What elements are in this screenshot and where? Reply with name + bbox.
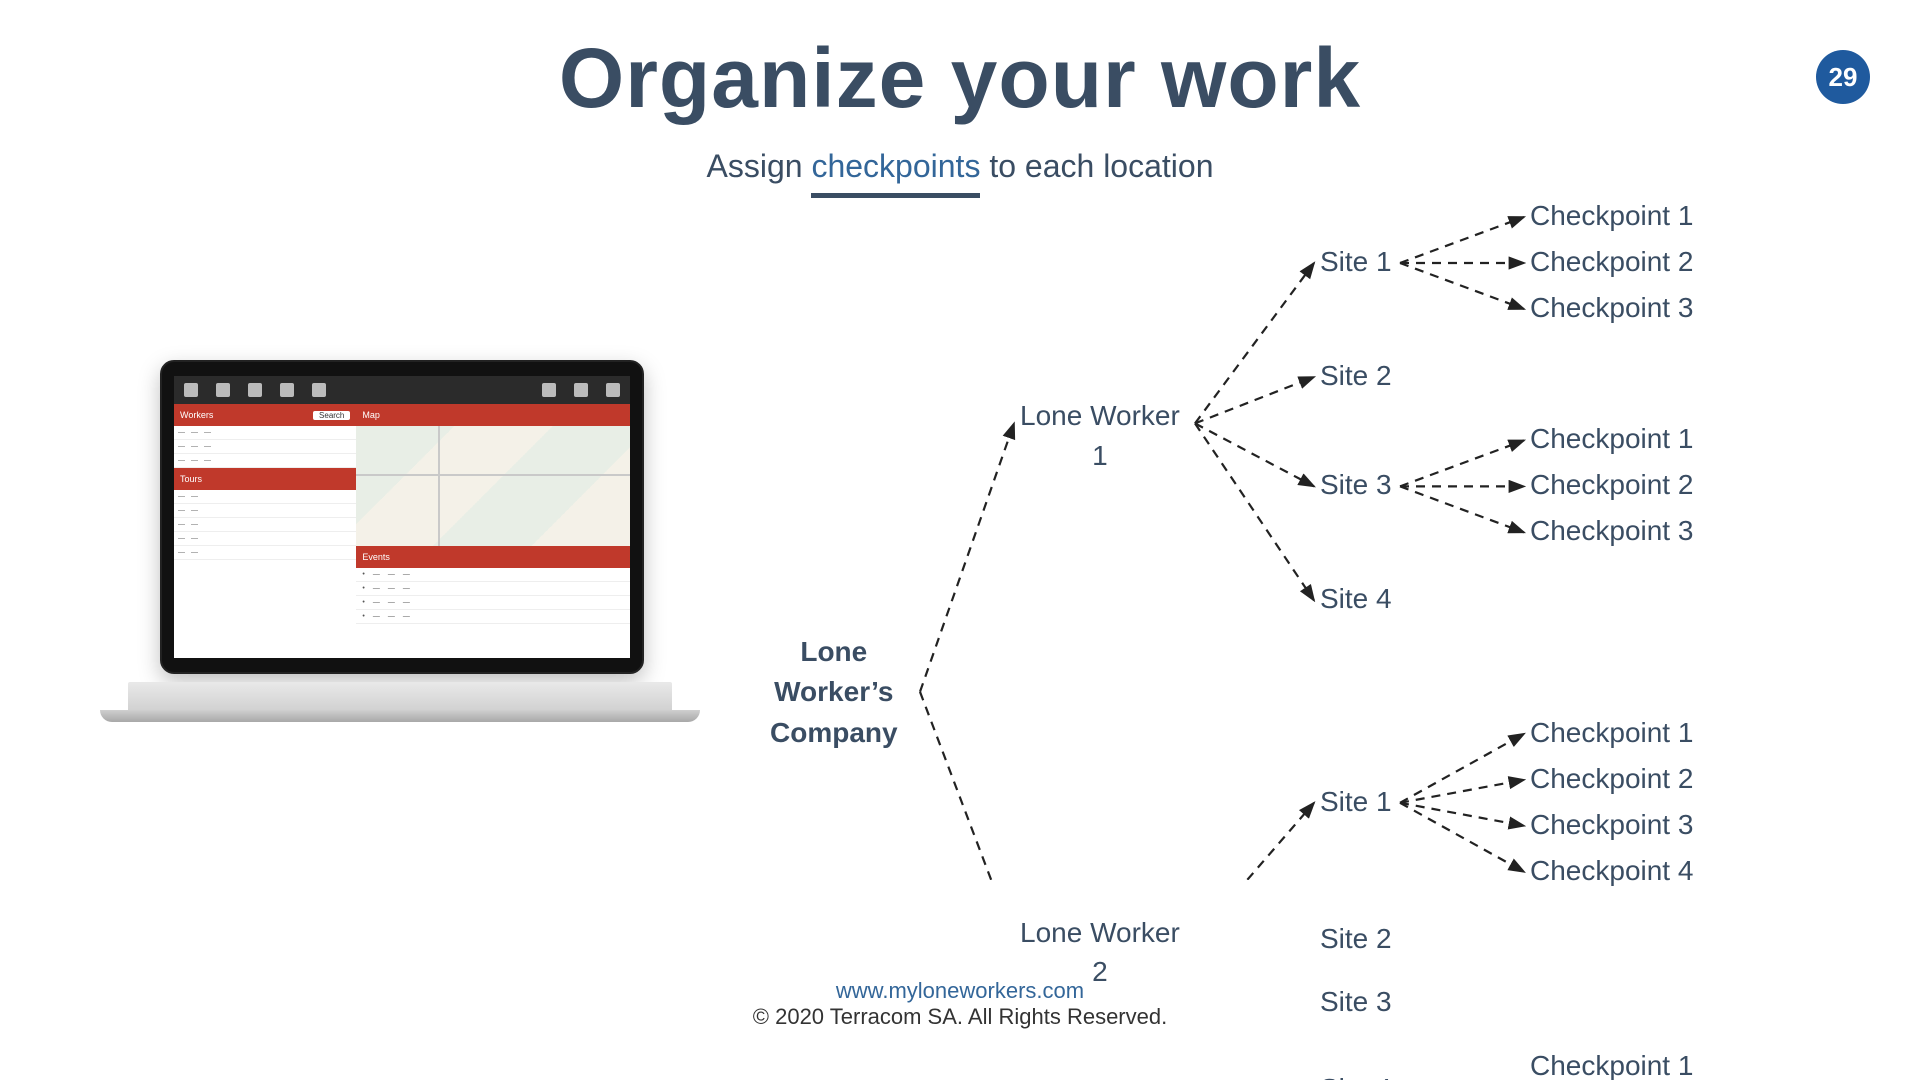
footer: www.myloneworkers.com © 2020 Terracom SA…: [0, 978, 1920, 1030]
panel-workers-header: Workers Search: [174, 404, 356, 426]
panel-map-label: Map: [362, 410, 380, 420]
tours-table: —— —— —— —— ——: [174, 490, 356, 658]
home-icon: [184, 383, 198, 397]
panel-events-header: Events: [356, 546, 630, 568]
laptop-mockup: Workers Search ——— ——— ——— Tours ——: [100, 360, 700, 730]
search-pill: Search: [313, 411, 350, 420]
slide: 29 Organize your work Assign checkpoints…: [0, 0, 1920, 1080]
volume-icon: [542, 383, 556, 397]
tree-site: Site 1: [1320, 786, 1392, 818]
gear-icon: [574, 383, 588, 397]
laptop-base: [100, 682, 700, 730]
tree-checkpoint: Checkpoint 3: [1530, 515, 1693, 547]
panel-events-label: Events: [362, 552, 390, 562]
app-screenshot: Workers Search ——— ——— ——— Tours ——: [174, 376, 630, 658]
refresh-icon: [312, 383, 326, 397]
app-topbar: [174, 376, 630, 404]
subtitle-keyword: checkpoints: [811, 148, 980, 184]
tree-checkpoint: Checkpoint 3: [1530, 292, 1693, 324]
bell-icon: [248, 383, 262, 397]
tree-site: Site 2: [1320, 923, 1392, 955]
tree-root: LoneWorker’sCompany: [770, 632, 898, 754]
tree-worker: Lone Worker1: [1020, 396, 1180, 474]
tree-checkpoint: Checkpoint 2: [1530, 763, 1693, 795]
panel-tours-header: Tours: [174, 468, 356, 490]
map-view: [356, 426, 630, 546]
tree-site: Site 2: [1320, 360, 1392, 392]
tree-checkpoint: Checkpoint 2: [1530, 246, 1693, 278]
tree-site: Site 1: [1320, 246, 1392, 278]
panel-tours-label: Tours: [180, 474, 202, 484]
subtitle-suffix: to each location: [980, 148, 1213, 184]
user-icon: [216, 383, 230, 397]
hierarchy-diagram: LoneWorker’sCompany Lone Worker1 Checkpoin…: [740, 180, 1790, 880]
tree-checkpoint: Checkpoint 4: [1530, 855, 1693, 887]
tree-checkpoint: Checkpoint 1: [1530, 200, 1693, 232]
chart-icon: [280, 383, 294, 397]
panel-workers-label: Workers: [180, 410, 213, 420]
footer-url: www.myloneworkers.com: [0, 978, 1920, 1004]
events-table: •——— •——— •——— •———: [356, 568, 630, 658]
laptop-screen: Workers Search ——— ——— ——— Tours ——: [160, 360, 644, 674]
footer-copyright: © 2020 Terracom SA. All Rights Reserved.: [0, 1004, 1920, 1030]
tree-checkpoint: Checkpoint 1: [1530, 1050, 1693, 1080]
tree-site: Site 4: [1320, 1073, 1392, 1080]
tree-site: Site 3: [1320, 469, 1392, 501]
tree-checkpoint: Checkpoint 3: [1530, 809, 1693, 841]
tree-checkpoint: Checkpoint 1: [1530, 717, 1693, 749]
tree-checkpoint: Checkpoint 1: [1530, 423, 1693, 455]
subtitle-prefix: Assign: [707, 148, 812, 184]
power-icon: [606, 383, 620, 397]
slide-title: Organize your work: [0, 30, 1920, 127]
tree-site: Site 4: [1320, 583, 1392, 615]
panel-map-header: Map: [356, 404, 630, 426]
tree-checkpoint: Checkpoint 2: [1530, 469, 1693, 501]
workers-table: ——— ——— ———: [174, 426, 356, 468]
